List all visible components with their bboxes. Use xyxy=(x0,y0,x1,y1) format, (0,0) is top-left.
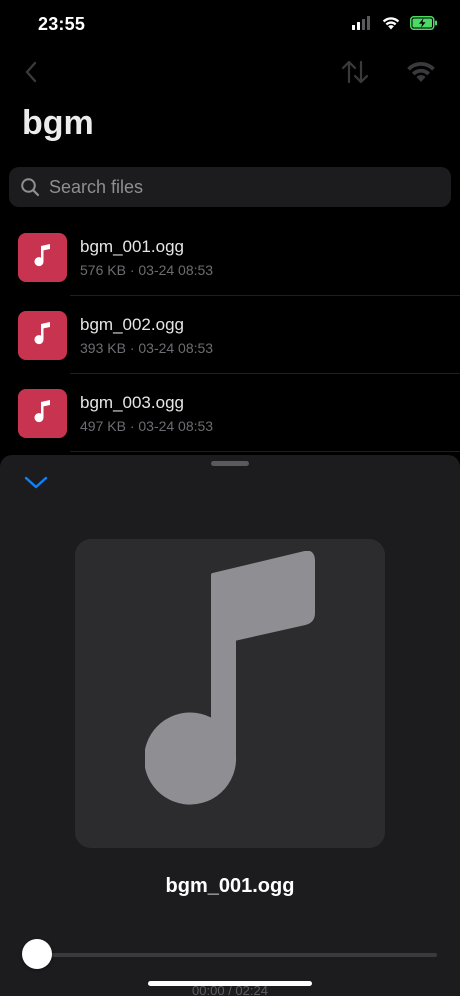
search-input[interactable] xyxy=(49,176,429,198)
file-list: bgm_001.ogg 576 KB · 03-24 08:53 bgm_002… xyxy=(0,218,460,452)
track-title: bgm_001.ogg xyxy=(165,875,295,897)
file-meta: 576 KB · 03-24 08:53 xyxy=(80,261,214,278)
wifi-icon xyxy=(382,16,400,35)
music-note-icon xyxy=(34,243,52,272)
file-thumbnail xyxy=(18,232,67,282)
file-meta: 393 KB · 03-24 08:53 xyxy=(80,339,214,356)
collapse-player-button[interactable] xyxy=(22,473,50,497)
wifi-transfer-icon xyxy=(406,61,436,88)
file-thumbnail xyxy=(18,310,67,360)
file-row[interactable]: bgm_003.ogg 497 KB · 03-24 08:53 xyxy=(0,374,460,452)
file-row[interactable]: bgm_001.ogg 576 KB · 03-24 08:53 xyxy=(0,218,460,296)
page-title: bgm xyxy=(22,104,94,142)
file-text: bgm_003.ogg 497 KB · 03-24 08:53 xyxy=(80,392,213,435)
chevron-down-icon xyxy=(24,476,48,495)
progress-slider[interactable] xyxy=(37,953,437,957)
sort-arrows-icon xyxy=(341,59,369,90)
home-indicator xyxy=(148,981,312,986)
file-thumbnail xyxy=(18,388,67,438)
music-note-icon xyxy=(144,550,315,836)
screen: 23:55 bgm Search files bgm_001.ogg 576 K… xyxy=(0,0,460,996)
battery-charging-icon xyxy=(410,16,438,35)
file-text: bgm_002.ogg 393 KB · 03-24 08:53 xyxy=(80,314,213,357)
progress-knob[interactable] xyxy=(22,939,52,969)
status-icons xyxy=(352,16,438,35)
status-time: 23:55 xyxy=(38,14,86,34)
status-bar: 23:55 xyxy=(0,0,460,50)
file-name: bgm_001.ogg xyxy=(80,236,184,256)
file-row[interactable]: bgm_002.ogg 393 KB · 03-24 08:53 xyxy=(0,296,460,374)
sheet-grabber[interactable] xyxy=(211,461,249,466)
file-name: bgm_002.ogg xyxy=(80,314,184,334)
search-bar[interactable] xyxy=(9,167,451,207)
wifi-transfer-button[interactable] xyxy=(404,58,438,90)
file-meta: 497 KB · 03-24 08:53 xyxy=(80,417,214,434)
search-icon xyxy=(19,176,41,198)
back-button[interactable] xyxy=(16,58,46,90)
cellular-signal-icon xyxy=(352,16,372,35)
album-artwork xyxy=(75,539,385,848)
sort-button[interactable] xyxy=(338,58,372,90)
music-note-icon xyxy=(34,399,52,428)
music-note-icon xyxy=(34,321,52,350)
player-sheet: bgm_001.ogg 00:00 / 02:24 xyxy=(0,455,460,996)
file-text: bgm_001.ogg 576 KB · 03-24 08:53 xyxy=(80,236,213,279)
file-name: bgm_003.ogg xyxy=(80,392,184,412)
chevron-left-icon xyxy=(24,61,38,88)
